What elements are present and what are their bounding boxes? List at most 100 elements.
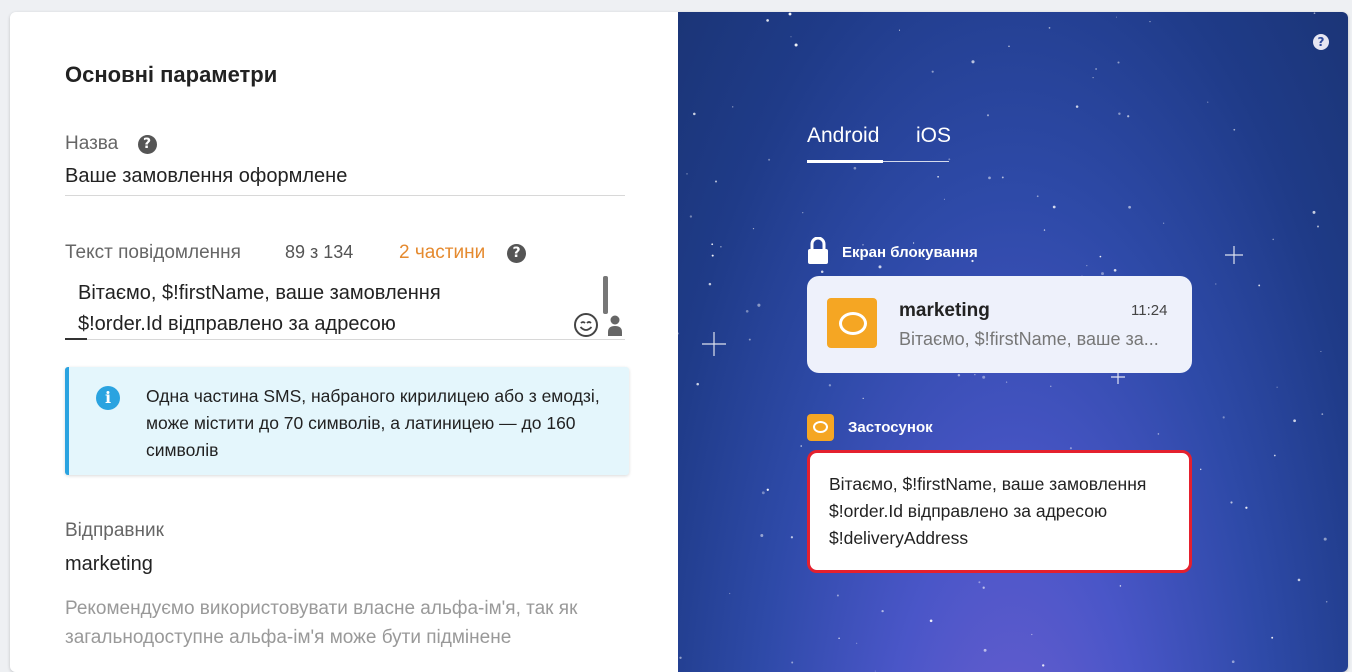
- star: [948, 158, 951, 161]
- star: [791, 661, 794, 664]
- star: [828, 384, 832, 387]
- star: [1043, 229, 1046, 231]
- emoji-icon[interactable]: [573, 312, 599, 338]
- star: [1117, 61, 1120, 64]
- star: [766, 488, 769, 491]
- star: [1101, 272, 1104, 276]
- star: [988, 176, 991, 180]
- message-underline: [65, 339, 625, 340]
- star: [745, 309, 749, 313]
- star: [937, 175, 939, 178]
- sparkle-star: [702, 332, 726, 356]
- star: [820, 270, 824, 273]
- person-icon[interactable]: [607, 314, 623, 336]
- star: [1119, 585, 1122, 587]
- sender-input[interactable]: marketing: [65, 553, 153, 576]
- star: [1052, 205, 1056, 209]
- star: [1293, 419, 1296, 423]
- focus-underline: [65, 338, 87, 340]
- star: [711, 254, 714, 257]
- chat-bubble-icon: [839, 312, 867, 335]
- star: [689, 215, 693, 218]
- lock-screen-notification[interactable]: marketing 11:24 Вітаємо, $!firstName, ва…: [807, 276, 1192, 373]
- star: [1233, 128, 1236, 131]
- lock-screen-label: Екран блокування: [842, 244, 978, 261]
- star: [686, 173, 688, 175]
- star: [1008, 45, 1010, 48]
- active-tab-indicator: [807, 160, 883, 163]
- message-line-1: Вітаємо, $!firstName, ваше замовлення: [78, 282, 441, 304]
- main-card: Основні параметри Назва ? Ваше замовленн…: [10, 12, 1348, 672]
- tab-android[interactable]: Android: [807, 124, 879, 148]
- notification-time: 11:24: [1131, 302, 1168, 319]
- star: [1113, 268, 1117, 272]
- star: [1099, 255, 1102, 258]
- star: [1323, 537, 1327, 541]
- app-message-preview: Вітаємо, $!firstName, ваше замовлення $!…: [807, 450, 1192, 573]
- info-text: Одна частина SMS, набраного кирилицею аб…: [146, 386, 600, 460]
- message-textarea[interactable]: Вітаємо, $!firstName, ваше замовлення $!…: [78, 278, 568, 340]
- star: [1222, 416, 1225, 419]
- star: [696, 382, 699, 386]
- sender-label: Відправник: [65, 520, 164, 541]
- star: [757, 303, 761, 307]
- help-icon[interactable]: ?: [507, 244, 526, 263]
- app-message-text: Вітаємо, $!firstName, ваше замовлення $!…: [829, 474, 1147, 548]
- star: [1036, 195, 1039, 198]
- app-icon: [827, 298, 877, 348]
- star: [957, 373, 961, 377]
- star: [1005, 381, 1008, 383]
- message-label: Текст повідомлення: [65, 242, 241, 263]
- star: [1092, 77, 1094, 79]
- star: [729, 592, 731, 595]
- star: [982, 586, 985, 589]
- star: [1050, 385, 1052, 387]
- star: [1042, 664, 1045, 667]
- notification-sender: marketing: [899, 300, 990, 321]
- star: [1128, 205, 1131, 209]
- star: [748, 338, 751, 341]
- star: [708, 282, 712, 286]
- notification-text: Вітаємо, $!firstName, ваше за...: [899, 329, 1159, 349]
- star: [1157, 433, 1160, 435]
- star: [1231, 660, 1235, 664]
- star: [790, 536, 794, 539]
- star: [1273, 454, 1276, 457]
- star: [1297, 578, 1301, 582]
- star: [1163, 222, 1165, 224]
- star: [874, 670, 876, 672]
- scrollbar[interactable]: [603, 276, 608, 314]
- char-counter: 89 з 134: [285, 242, 354, 262]
- star: [1095, 68, 1098, 70]
- star: [761, 491, 765, 495]
- star: [732, 106, 734, 108]
- star: [1086, 265, 1088, 267]
- star: [983, 648, 987, 652]
- tab-ios[interactable]: iOS: [916, 124, 951, 148]
- app-label: Застосунок: [848, 419, 933, 436]
- info-box: i Одна частина SMS, набраного кирилицею …: [65, 367, 629, 475]
- star: [1258, 284, 1261, 287]
- name-input[interactable]: Ваше замовлення оформлене: [65, 165, 347, 188]
- help-icon[interactable]: ?: [137, 135, 157, 154]
- star: [1199, 468, 1202, 471]
- star: [878, 265, 882, 269]
- star: [1115, 16, 1118, 18]
- star: [1276, 386, 1278, 388]
- star: [1321, 413, 1324, 415]
- star: [836, 594, 839, 597]
- star: [1127, 115, 1130, 118]
- star: [853, 166, 857, 170]
- help-icon[interactable]: ?: [1313, 34, 1329, 50]
- star: [929, 619, 933, 623]
- star: [898, 29, 901, 31]
- star: [1245, 506, 1248, 509]
- star: [678, 332, 680, 335]
- star: [1207, 101, 1209, 103]
- star: [1075, 105, 1079, 108]
- info-icon: i: [96, 386, 120, 410]
- star: [1317, 225, 1319, 228]
- sparkle-star: [1225, 246, 1243, 264]
- name-label-text: Назва: [65, 133, 119, 154]
- star: [752, 227, 755, 230]
